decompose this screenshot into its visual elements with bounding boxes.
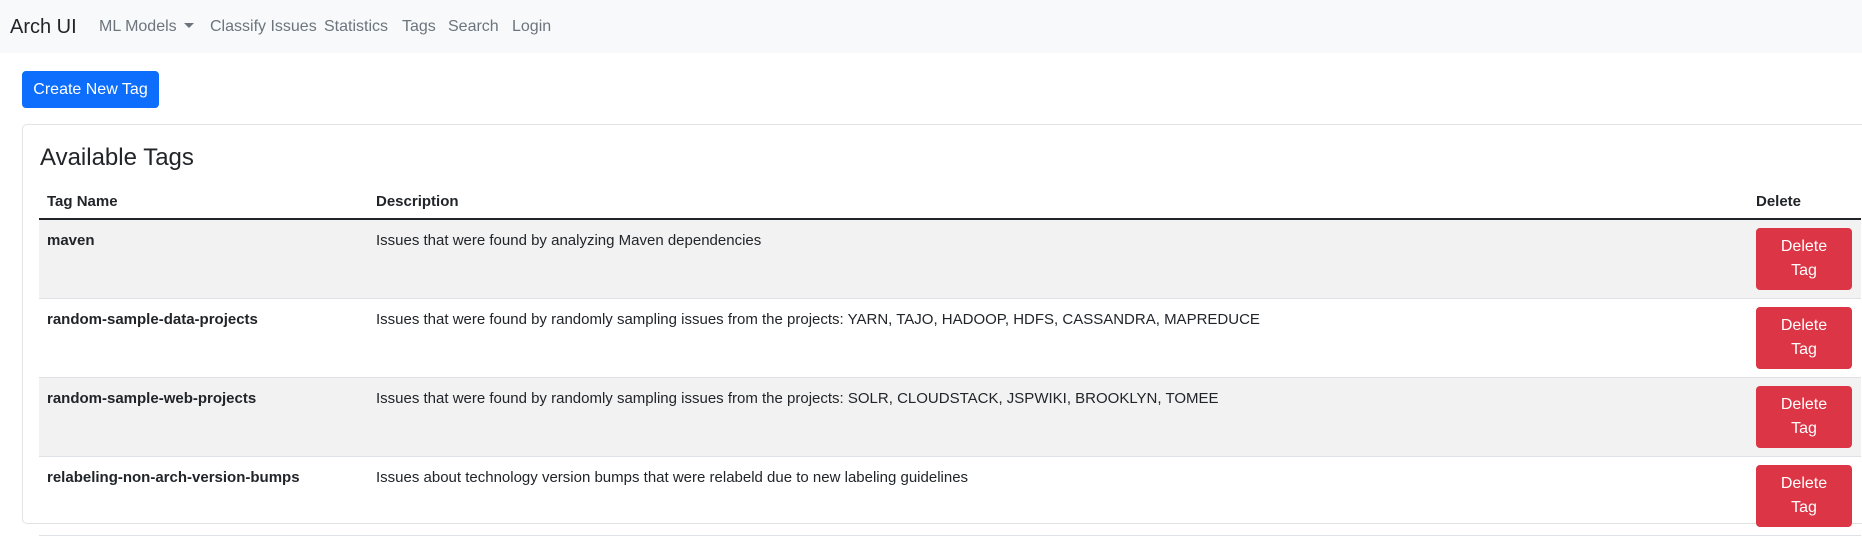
- tag-description: Issues that were found by randomly sampl…: [376, 311, 1260, 328]
- tag-name: maven: [47, 232, 95, 249]
- delete-tag-button[interactable]: Delete Tag: [1756, 228, 1852, 290]
- column-header-description: Description: [376, 193, 459, 210]
- tag-name: random-sample-web-projects: [47, 390, 257, 407]
- nav-classify-issues[interactable]: Classify Issues: [210, 17, 317, 37]
- delete-tag-button[interactable]: Delete Tag: [1756, 307, 1852, 369]
- column-header-tag-name: Tag Name: [47, 193, 118, 210]
- table-row: relabeling-non-arch-version-bumps Issues…: [39, 457, 1861, 536]
- create-new-tag-button[interactable]: Create New Tag: [22, 71, 159, 108]
- table-row: maven Issues that were found by analyzin…: [39, 220, 1861, 299]
- table-header: Tag Name Description Delete: [39, 182, 1861, 220]
- table-row: random-sample-data-projects Issues that …: [39, 299, 1861, 378]
- nav-ml-models-label: ML Models: [99, 18, 177, 35]
- tag-description: Issues about technology version bumps th…: [376, 469, 969, 486]
- top-navbar: Arch UI ML Models Classify Issues Statis…: [0, 0, 1862, 53]
- nav-ml-models-dropdown[interactable]: ML Models: [99, 17, 194, 37]
- column-header-delete: Delete: [1756, 193, 1802, 210]
- nav-login[interactable]: Login: [512, 17, 551, 37]
- tag-name: random-sample-data-projects: [47, 311, 258, 328]
- brand-logo[interactable]: Arch UI: [10, 14, 77, 40]
- delete-tag-button[interactable]: Delete Tag: [1756, 465, 1852, 527]
- nav-statistics[interactable]: Statistics: [324, 17, 388, 37]
- tags-table: Tag Name Description Delete maven Issues…: [39, 182, 1861, 536]
- tag-name: relabeling-non-arch-version-bumps: [47, 469, 300, 486]
- nav-tags[interactable]: Tags: [402, 17, 436, 37]
- caret-down-icon: [183, 23, 194, 28]
- card-title: Available Tags: [40, 144, 194, 171]
- table-row: random-sample-web-projects Issues that w…: [39, 378, 1861, 457]
- nav-search[interactable]: Search: [448, 17, 499, 37]
- tags-card: Available Tags Tag Name Description Dele…: [22, 124, 1862, 536]
- tag-description: Issues that were found by randomly sampl…: [376, 390, 1219, 407]
- delete-tag-button[interactable]: Delete Tag: [1756, 386, 1852, 448]
- tag-description: Issues that were found by analyzing Mave…: [376, 232, 762, 249]
